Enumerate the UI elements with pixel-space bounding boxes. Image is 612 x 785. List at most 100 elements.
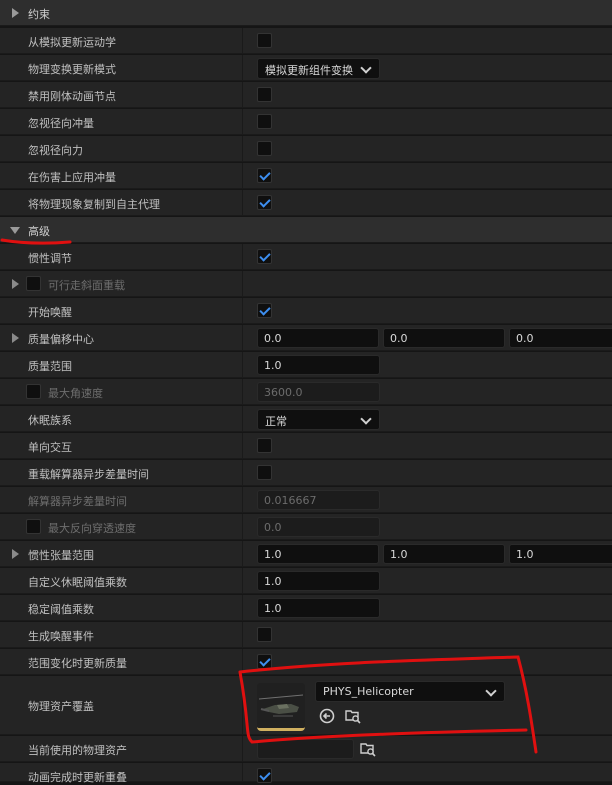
row-update-overlaps-anim-end: 动画完成时更新重叠 — [0, 763, 612, 784]
chevron-down-icon — [360, 413, 372, 425]
physics-asset-thumbnail[interactable] — [257, 683, 305, 731]
checkbox-update-kinematics[interactable] — [257, 33, 272, 48]
dropdown-value: 模拟更新组件变换 — [265, 64, 353, 77]
row-current-physics-asset: 当前使用的物理资产 — [0, 736, 612, 762]
row-sleep-family: 休眠族系 正常 — [0, 406, 612, 432]
browse-asset-icon[interactable] — [360, 741, 376, 757]
section-title: 高级 — [28, 225, 50, 238]
sleep-family-dropdown[interactable]: 正常 — [257, 409, 380, 430]
row-com-nudge: 质量偏移中心 0.0 0.0 0.0 — [0, 325, 612, 351]
physics-transform-mode-dropdown[interactable]: 模拟更新组件变换 — [257, 58, 380, 79]
dropdown-value: 正常 — [265, 415, 287, 428]
checkbox-one-way-interaction[interactable] — [257, 438, 272, 453]
property-label: 动画完成时更新重叠 — [28, 771, 127, 784]
checkbox-apply-impulse-on-damage[interactable] — [257, 168, 272, 183]
checkbox-max-depenetration[interactable] — [26, 519, 41, 534]
details-panel: 约束 从模拟更新运动学 物理变换更新模式 模拟更新组件变换 禁用刚体动画节点 忽… — [0, 0, 612, 784]
checkbox-update-overlaps-anim-end[interactable] — [257, 768, 272, 783]
inertia-tensor-z-input[interactable]: 1.0 — [509, 544, 612, 564]
expand-arrow-icon[interactable] — [12, 333, 19, 343]
row-sleep-threshold-multiplier: 自定义休眠阈值乘数 1.0 — [0, 568, 612, 594]
checkbox-update-mass-on-scale[interactable] — [257, 654, 272, 669]
use-selected-asset-icon[interactable] — [319, 708, 335, 724]
row-mass-scale: 质量范围 1.0 — [0, 352, 612, 378]
property-label: 休眠族系 — [28, 414, 72, 427]
property-label: 忽视径向冲量 — [28, 117, 94, 130]
property-label: 禁用刚体动画节点 — [28, 90, 116, 103]
property-label: 物理资产覆盖 — [28, 700, 94, 713]
section-constraints[interactable]: 约束 — [0, 0, 612, 26]
checkbox-walkable-slope-override[interactable] — [26, 276, 41, 291]
row-inertia-conditioning: 惯性调节 — [0, 244, 612, 270]
property-label: 范围变化时更新质量 — [28, 657, 127, 670]
property-label: 惯性张量范围 — [28, 549, 94, 562]
checkbox-ignore-radial-force[interactable] — [257, 141, 272, 156]
mass-scale-input[interactable]: 1.0 — [257, 355, 380, 375]
property-label: 稳定阈值乘数 — [28, 603, 94, 616]
row-generate-wake-events: 生成唤醒事件 — [0, 622, 612, 648]
max-angular-velocity-input[interactable]: 3600.0 — [257, 382, 380, 402]
property-label: 从模拟更新运动学 — [28, 36, 116, 49]
property-label: 解算器异步差量时间 — [28, 495, 127, 508]
row-stabilization-multiplier: 稳定阈值乘数 1.0 — [0, 595, 612, 621]
com-z-input[interactable]: 0.0 — [509, 328, 612, 348]
expand-arrow-icon[interactable] — [12, 549, 19, 559]
physics-asset-picker[interactable]: PHYS_Helicopter — [315, 681, 505, 702]
checkbox-replicate-physics-autonomous[interactable] — [257, 195, 272, 210]
property-label: 最大反向穿透速度 — [48, 522, 136, 535]
row-disable-rigid-anim-node: 禁用刚体动画节点 — [0, 82, 612, 108]
current-physics-asset-field — [257, 739, 354, 759]
helicopter-thumbnail-icon — [257, 683, 305, 728]
row-async-delta-time: 解算器异步差量时间 0.016667 — [0, 487, 612, 513]
row-physics-transform-mode: 物理变换更新模式 模拟更新组件变换 — [0, 55, 612, 81]
max-depenetration-input[interactable]: 0.0 — [257, 517, 380, 537]
sleep-threshold-input[interactable]: 1.0 — [257, 571, 380, 591]
com-x-input[interactable]: 0.0 — [257, 328, 379, 348]
row-replicate-physics-autonomous: 将物理现象复制到自主代理 — [0, 190, 612, 216]
checkbox-inertia-conditioning[interactable] — [257, 249, 272, 264]
property-label: 可行走斜面重载 — [48, 279, 125, 292]
row-physics-asset-override: 物理资产覆盖 PHYS_Helicopter — [0, 676, 612, 735]
row-max-angular-velocity: 最大角速度 3600.0 — [0, 379, 612, 405]
section-title: 约束 — [28, 8, 50, 21]
row-one-way-interaction: 单向交互 — [0, 433, 612, 459]
row-start-awake: 开始唤醒 — [0, 298, 612, 324]
row-walkable-slope-override: 可行走斜面重载 — [0, 271, 612, 297]
checkbox-ignore-radial-impulse[interactable] — [257, 114, 272, 129]
property-label: 开始唤醒 — [28, 306, 72, 319]
async-delta-time-input[interactable]: 0.016667 — [257, 490, 380, 510]
property-label: 惯性调节 — [28, 252, 72, 265]
expand-arrow-icon[interactable] — [12, 8, 19, 18]
property-label: 生成唤醒事件 — [28, 630, 94, 643]
property-label: 将物理现象复制到自主代理 — [28, 198, 160, 211]
chevron-down-icon — [485, 685, 497, 697]
property-label: 在伤害上应用冲量 — [28, 171, 116, 184]
chevron-down-icon — [360, 62, 372, 74]
checkbox-generate-wake-events[interactable] — [257, 627, 272, 642]
asset-name: PHYS_Helicopter — [323, 685, 414, 698]
inertia-tensor-x-input[interactable]: 1.0 — [257, 544, 379, 564]
stabilization-input[interactable]: 1.0 — [257, 598, 380, 618]
com-y-input[interactable]: 0.0 — [383, 328, 505, 348]
checkbox-max-angular-velocity[interactable] — [26, 384, 41, 399]
inertia-tensor-y-input[interactable]: 1.0 — [383, 544, 505, 564]
browse-asset-icon[interactable] — [345, 708, 361, 724]
row-ignore-radial-impulse: 忽视径向冲量 — [0, 109, 612, 135]
row-apply-impulse-on-damage: 在伤害上应用冲量 — [0, 163, 612, 189]
property-label: 质量偏移中心 — [28, 333, 94, 346]
collapse-arrow-icon[interactable] — [10, 227, 20, 234]
checkbox-start-awake[interactable] — [257, 303, 272, 318]
row-inertia-tensor-scale: 惯性张量范围 1.0 1.0 1.0 — [0, 541, 612, 567]
property-label: 当前使用的物理资产 — [28, 744, 127, 757]
row-override-async-delta: 重载解算器异步差量时间 — [0, 460, 612, 486]
property-label: 忽视径向力 — [28, 144, 83, 157]
property-label: 物理变换更新模式 — [28, 63, 116, 76]
checkbox-override-async-delta[interactable] — [257, 465, 272, 480]
row-update-kinematics: 从模拟更新运动学 — [0, 28, 612, 54]
property-label: 重载解算器异步差量时间 — [28, 468, 149, 481]
section-advanced[interactable]: 高级 — [0, 217, 612, 243]
property-label: 自定义休眠阈值乘数 — [28, 576, 127, 589]
row-update-mass-on-scale: 范围变化时更新质量 — [0, 649, 612, 675]
checkbox-disable-rigid-anim-node[interactable] — [257, 87, 272, 102]
expand-arrow-icon[interactable] — [12, 279, 19, 289]
